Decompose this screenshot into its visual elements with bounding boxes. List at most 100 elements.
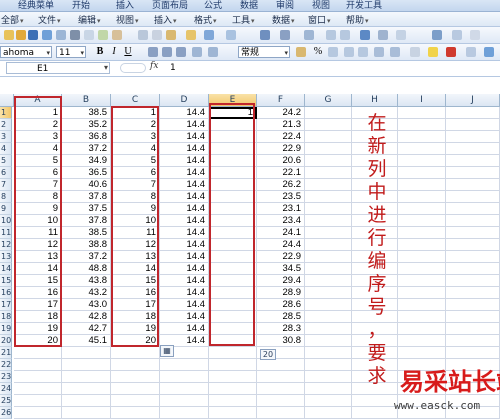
cell-a5[interactable]: 5 xyxy=(14,155,62,167)
cell-i21[interactable] xyxy=(398,347,446,359)
cell-a19[interactable]: 19 xyxy=(14,323,62,335)
cell-c18[interactable]: 18 xyxy=(111,311,160,323)
cell-c15[interactable]: 15 xyxy=(111,275,160,287)
cell-i4[interactable] xyxy=(398,143,446,155)
column-header-i[interactable]: I xyxy=(398,94,446,107)
cell-i20[interactable] xyxy=(398,335,446,347)
cell-b14[interactable]: 48.8 xyxy=(62,263,111,275)
cell-g6[interactable] xyxy=(305,167,352,179)
cell-e17[interactable] xyxy=(209,299,257,311)
cell-g7[interactable] xyxy=(305,179,352,191)
cell-f13[interactable]: 22.9 xyxy=(257,251,305,263)
column-header-j[interactable]: J xyxy=(446,94,500,107)
cell-f12[interactable]: 24.4 xyxy=(257,239,305,251)
cell-e2[interactable] xyxy=(209,119,257,131)
cell-e18[interactable] xyxy=(209,311,257,323)
cell-i18[interactable] xyxy=(398,311,446,323)
cell-a12[interactable]: 12 xyxy=(14,239,62,251)
cell-j3[interactable] xyxy=(446,131,500,143)
cell-a10[interactable]: 10 xyxy=(14,215,62,227)
cell-f9[interactable]: 23.1 xyxy=(257,203,305,215)
cell-a13[interactable]: 13 xyxy=(14,251,62,263)
cell-d13[interactable]: 14.4 xyxy=(160,251,209,263)
cell-b4[interactable]: 37.2 xyxy=(62,143,111,155)
cell-b6[interactable]: 36.5 xyxy=(62,167,111,179)
cell-j21[interactable] xyxy=(446,347,500,359)
cell-f5[interactable]: 20.6 xyxy=(257,155,305,167)
row-header-15[interactable]: 15 xyxy=(0,275,12,287)
cell-j20[interactable] xyxy=(446,335,500,347)
row-header-24[interactable]: 24 xyxy=(0,383,12,395)
cell-c4[interactable]: 4 xyxy=(111,143,160,155)
cell-f25[interactable] xyxy=(257,395,305,407)
cell-d12[interactable]: 14.4 xyxy=(160,239,209,251)
row-header-2[interactable]: 2 xyxy=(0,119,12,131)
row-header-11[interactable]: 11 xyxy=(0,227,12,239)
cell-i1[interactable] xyxy=(398,107,446,119)
cell-j6[interactable] xyxy=(446,167,500,179)
cell-f26[interactable] xyxy=(257,407,305,419)
cell-a18[interactable]: 18 xyxy=(14,311,62,323)
cell-b20[interactable]: 45.1 xyxy=(62,335,111,347)
cell-g4[interactable] xyxy=(305,143,352,155)
cell-e7[interactable] xyxy=(209,179,257,191)
cell-j1[interactable] xyxy=(446,107,500,119)
row-header-26[interactable]: 26 xyxy=(0,407,12,419)
row-header-7[interactable]: 7 xyxy=(0,179,12,191)
cell-g24[interactable] xyxy=(305,383,352,395)
autofill-options-icon[interactable]: ▦ xyxy=(160,345,174,357)
cell-c26[interactable] xyxy=(111,407,160,419)
cell-f2[interactable]: 21.3 xyxy=(257,119,305,131)
cell-a14[interactable]: 14 xyxy=(14,263,62,275)
row-header-4[interactable]: 4 xyxy=(0,143,12,155)
cell-d5[interactable]: 14.4 xyxy=(160,155,209,167)
cell-h25[interactable] xyxy=(352,395,398,407)
cell-j7[interactable] xyxy=(446,179,500,191)
cell-g10[interactable] xyxy=(305,215,352,227)
cell-j4[interactable] xyxy=(446,143,500,155)
cell-i13[interactable] xyxy=(398,251,446,263)
cell-e23[interactable] xyxy=(209,371,257,383)
cell-d9[interactable]: 14.4 xyxy=(160,203,209,215)
cell-b17[interactable]: 43.0 xyxy=(62,299,111,311)
cell-e13[interactable] xyxy=(209,251,257,263)
cell-a6[interactable]: 6 xyxy=(14,167,62,179)
cell-i15[interactable] xyxy=(398,275,446,287)
cell-c14[interactable]: 14 xyxy=(111,263,160,275)
cell-g20[interactable] xyxy=(305,335,352,347)
cell-a11[interactable]: 11 xyxy=(14,227,62,239)
cell-f4[interactable]: 22.9 xyxy=(257,143,305,155)
cell-b9[interactable]: 37.5 xyxy=(62,203,111,215)
cell-a25[interactable] xyxy=(14,395,62,407)
cell-d6[interactable]: 14.4 xyxy=(160,167,209,179)
cell-g8[interactable] xyxy=(305,191,352,203)
cell-a16[interactable]: 16 xyxy=(14,287,62,299)
cell-c12[interactable]: 12 xyxy=(111,239,160,251)
cell-g12[interactable] xyxy=(305,239,352,251)
column-header-h[interactable]: H xyxy=(352,94,398,107)
select-all-corner[interactable] xyxy=(0,94,14,107)
cell-a20[interactable]: 20 xyxy=(14,335,62,347)
cell-c5[interactable]: 5 xyxy=(111,155,160,167)
cell-i10[interactable] xyxy=(398,215,446,227)
cell-j10[interactable] xyxy=(446,215,500,227)
cell-d15[interactable]: 14.4 xyxy=(160,275,209,287)
cell-f22[interactable] xyxy=(257,359,305,371)
cell-b22[interactable] xyxy=(62,359,111,371)
cell-d11[interactable]: 14.4 xyxy=(160,227,209,239)
row-header-20[interactable]: 20 xyxy=(0,335,12,347)
cell-b8[interactable]: 37.8 xyxy=(62,191,111,203)
cell-b19[interactable]: 42.7 xyxy=(62,323,111,335)
cell-i12[interactable] xyxy=(398,239,446,251)
row-header-5[interactable]: 5 xyxy=(0,155,12,167)
cell-b26[interactable] xyxy=(62,407,111,419)
row-header-18[interactable]: 18 xyxy=(0,311,12,323)
cell-e25[interactable] xyxy=(209,395,257,407)
cell-i3[interactable] xyxy=(398,131,446,143)
cell-b10[interactable]: 37.8 xyxy=(62,215,111,227)
cell-d25[interactable] xyxy=(160,395,209,407)
cell-d8[interactable]: 14.4 xyxy=(160,191,209,203)
cell-d3[interactable]: 14.4 xyxy=(160,131,209,143)
cell-a26[interactable] xyxy=(14,407,62,419)
cell-d18[interactable]: 14.4 xyxy=(160,311,209,323)
